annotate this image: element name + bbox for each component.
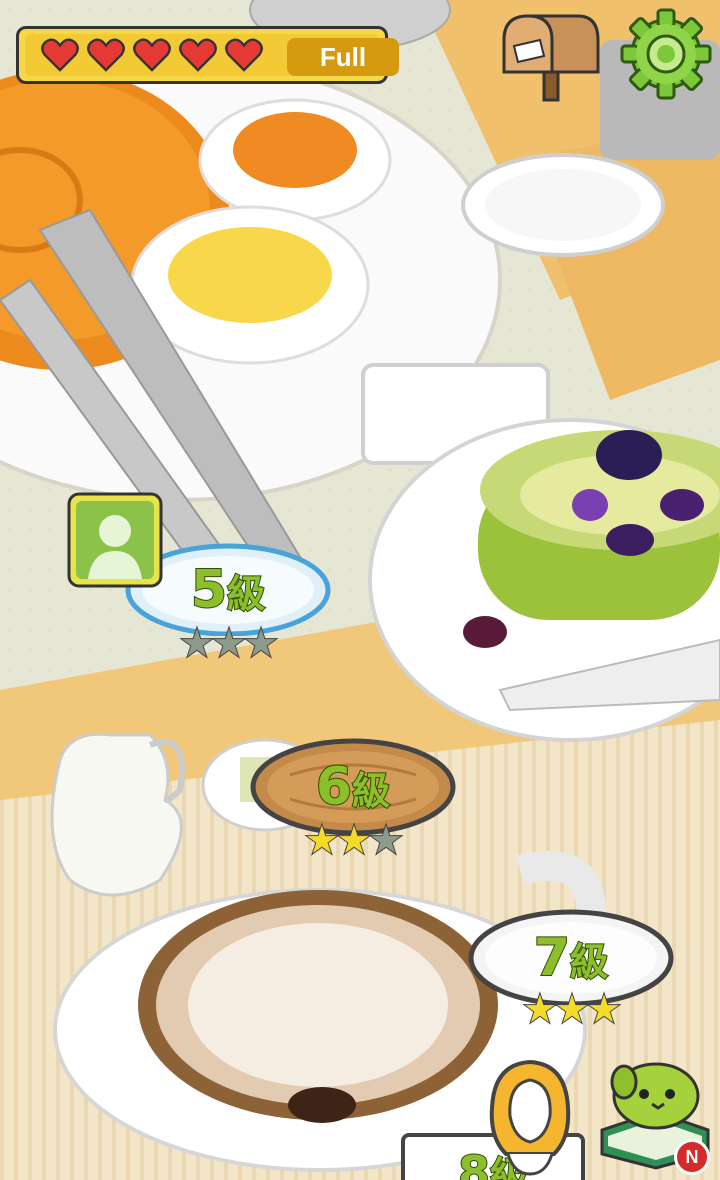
heart-icon (179, 38, 217, 72)
star-icon: ★ (179, 621, 215, 665)
heart-icon (133, 38, 171, 72)
notification-badge: N (674, 1139, 710, 1175)
heart-icon (41, 38, 79, 72)
stamina-status-label: Full (287, 38, 399, 76)
heart-icon (225, 38, 263, 72)
mailbox-icon[interactable] (498, 10, 604, 102)
level-label: 6級 (315, 756, 391, 818)
star-icon: ★ (336, 818, 372, 862)
player-avatar-icon[interactable] (484, 1058, 576, 1176)
star-icon: ★ (586, 987, 622, 1031)
star-icon: ★ (304, 818, 340, 862)
level-stars: ★★★ (125, 621, 331, 665)
star-icon: ★ (211, 621, 247, 665)
star-icon: ★ (243, 621, 279, 665)
stamina-bar: Full (16, 26, 399, 84)
level-node-7[interactable]: 7級 ★★★ (468, 906, 674, 1036)
heart-icon (87, 38, 125, 72)
level-node-6[interactable]: 6級 ★★★ (250, 735, 456, 865)
level-stars: ★★★ (468, 987, 674, 1031)
star-icon: ★ (368, 818, 404, 862)
gear-icon[interactable] (620, 8, 712, 100)
friend-avatar[interactable] (66, 491, 164, 589)
level-stars: ★★★ (250, 818, 456, 862)
star-icon: ★ (522, 987, 558, 1031)
star-icon: ★ (554, 987, 590, 1031)
level-label: 7級 (533, 927, 609, 989)
